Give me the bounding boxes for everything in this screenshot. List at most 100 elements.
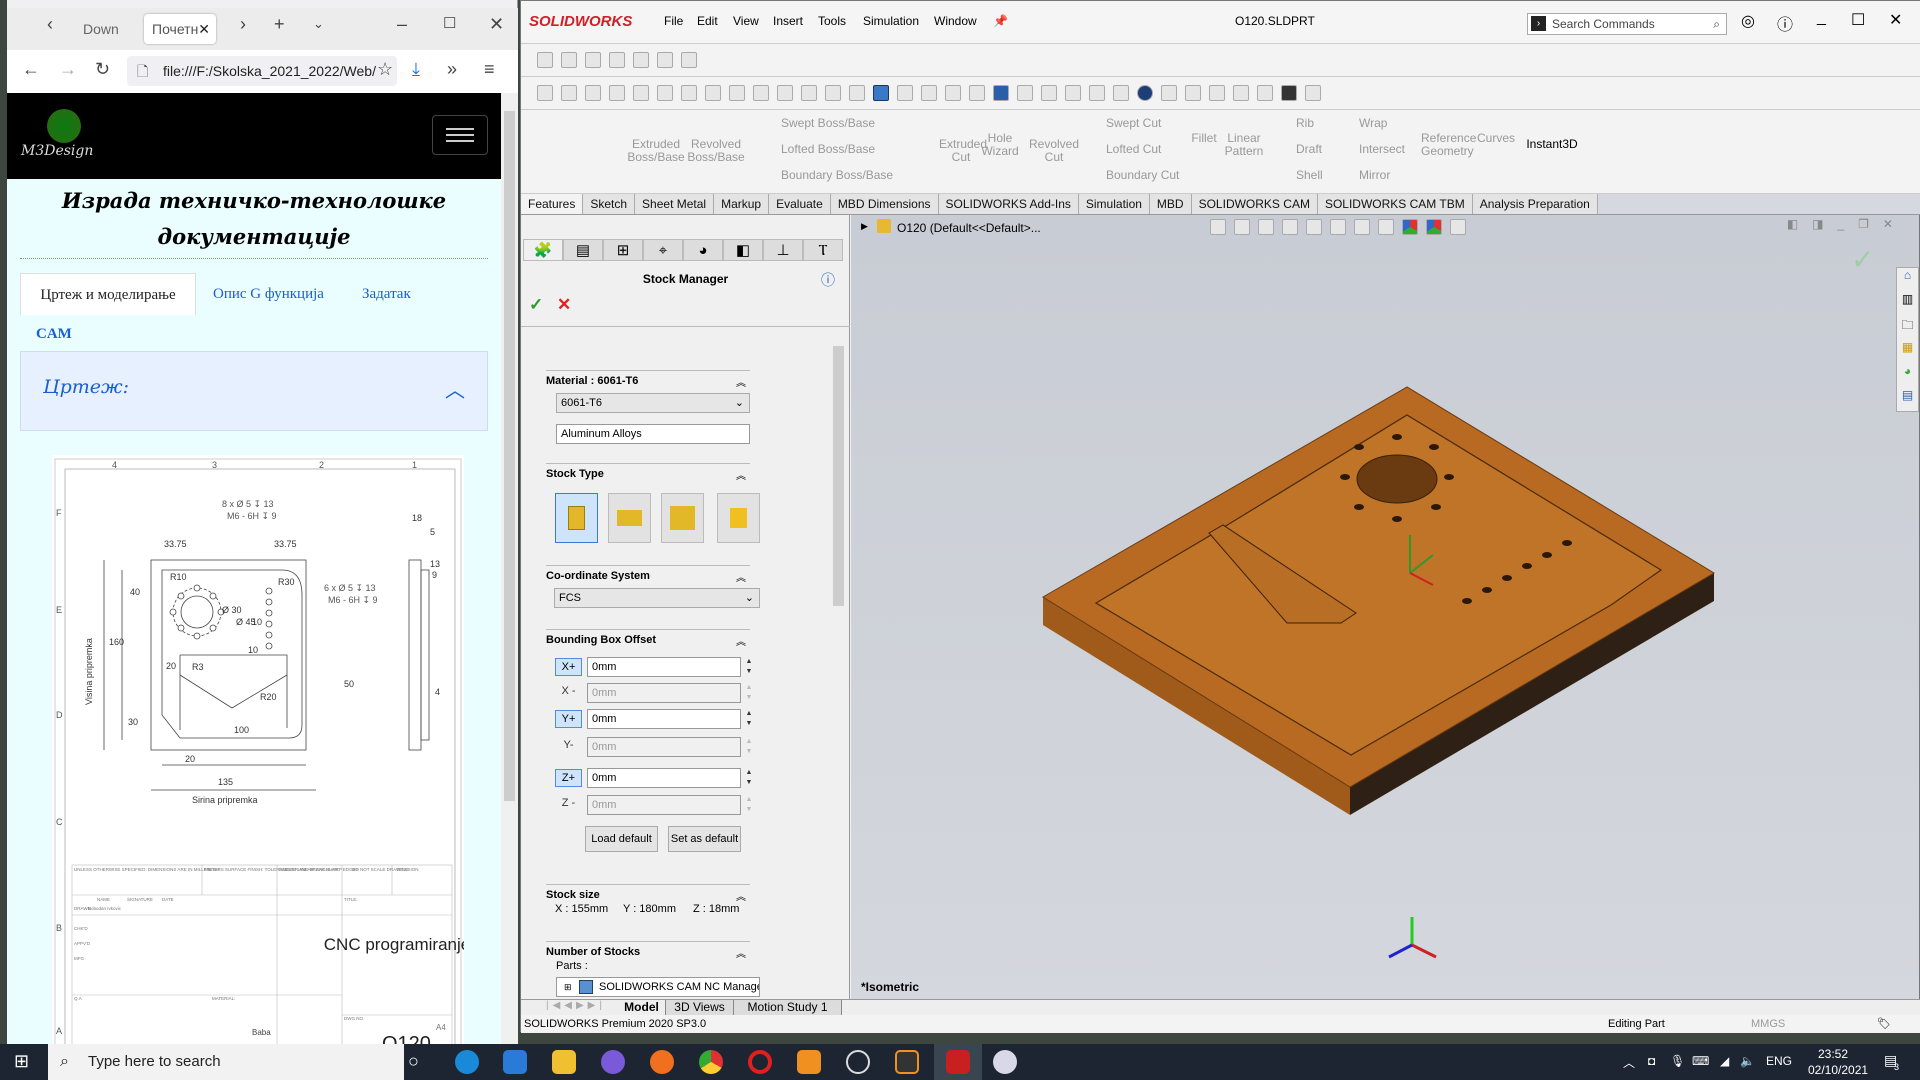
options-gear-icon[interactable] <box>657 52 673 68</box>
tab-scroll-arrows[interactable]: |◀◀▶▶| <box>546 1000 618 1015</box>
obs-icon[interactable] <box>846 1050 870 1074</box>
stock-extruded-sketch-button[interactable] <box>608 493 651 543</box>
pm-scrollbar[interactable] <box>831 328 846 998</box>
collapse-icon[interactable]: ︽ <box>736 374 746 389</box>
collapse-icon[interactable]: ︽ <box>736 945 746 960</box>
cancel-x-icon[interactable]: ✕ <box>557 295 571 315</box>
property-manager-tab-icon[interactable]: ▤ <box>563 239 603 261</box>
close-window-icon[interactable]: ✕ <box>489 14 504 35</box>
firefox-icon[interactable] <box>650 1050 674 1074</box>
hole-wizard-button[interactable]: Hole Wizard <box>975 116 1025 158</box>
stock-stl-button[interactable] <box>661 493 704 543</box>
z-plus-offset-input[interactable]: 0mm <box>587 768 741 788</box>
revolved-boss-button[interactable]: Revolved Boss/Base <box>686 122 746 164</box>
opera-icon[interactable] <box>748 1050 772 1074</box>
reference-geometry-button[interactable]: Reference Geometry <box>1421 116 1476 158</box>
collapse-icon[interactable]: ︽ <box>736 888 746 903</box>
cam-operation-tab-icon[interactable]: ⊥ <box>763 239 803 261</box>
input-icon[interactable]: ⌨ <box>1692 1054 1709 1068</box>
menu-icon[interactable]: ≡ <box>484 59 495 80</box>
x-minus-spinner[interactable]: ▲ ▼ <box>743 683 755 703</box>
menu-simulation[interactable]: Simulation <box>863 14 919 28</box>
x-plus-offset-input[interactable]: 0mm <box>587 657 741 677</box>
taskbar-search[interactable]: ⌕ Type here to search <box>48 1044 404 1080</box>
tab-g-functions[interactable]: Опис G функција <box>213 273 324 315</box>
bookmark-star-icon[interactable]: ☆ <box>377 59 393 80</box>
accordion-drawing[interactable]: Цртеж: ︿ <box>20 351 488 431</box>
swept-boss-button[interactable]: Swept Boss/Base <box>781 110 875 136</box>
menu-file[interactable]: File <box>664 14 683 28</box>
cam-tool-icon[interactable] <box>1017 85 1033 101</box>
media-player-icon[interactable] <box>797 1050 821 1074</box>
search-commands-input[interactable]: › Search Commands ⌕ <box>1527 13 1727 35</box>
stock-from-file-button[interactable] <box>717 493 760 543</box>
search-icon[interactable]: ⌕ <box>1713 14 1720 34</box>
linear-pattern-button[interactable]: Linear Pattern <box>1221 116 1267 158</box>
scrollbar-thumb[interactable] <box>504 111 515 801</box>
clock-time[interactable]: 23:52 <box>1818 1047 1848 1061</box>
close-icon[interactable]: ✕ <box>1889 10 1902 30</box>
tab-drawing-modeling[interactable]: Цртеж и моделирање <box>20 273 196 315</box>
cam-tool-icon[interactable] <box>705 85 721 101</box>
sublime-icon[interactable] <box>895 1050 919 1074</box>
wrap-button[interactable]: Wrap <box>1359 110 1387 136</box>
new-tab-icon[interactable]: + <box>274 14 285 35</box>
save-icon[interactable] <box>609 52 625 68</box>
tab-scroll-right-icon[interactable]: › <box>240 14 246 35</box>
maximize-icon[interactable]: ☐ <box>1851 10 1865 30</box>
open-icon[interactable] <box>585 52 601 68</box>
menu-window[interactable]: Window <box>934 14 977 28</box>
show-hidden-icons[interactable]: ︿ <box>1623 1054 1635 1071</box>
site-logo[interactable]: M3Design <box>21 143 93 159</box>
windows-start-icon[interactable]: ⊞ <box>14 1051 29 1072</box>
cam-tool-icon[interactable] <box>1161 85 1177 101</box>
part-model[interactable] <box>851 215 1919 1000</box>
tab-analysis-preparation[interactable]: Analysis Preparation <box>1472 194 1598 214</box>
menu-edit[interactable]: Edit <box>697 14 718 28</box>
menu-view[interactable]: View <box>733 14 759 28</box>
curves-button[interactable]: Curves <box>1476 116 1516 145</box>
stock-manager-icon[interactable] <box>873 85 889 101</box>
extruded-boss-button[interactable]: Extruded Boss/Base <box>626 122 686 164</box>
wifi-icon[interactable]: ◢ <box>1720 1054 1729 1068</box>
paint-icon[interactable] <box>993 1050 1017 1074</box>
revolved-cut-button[interactable]: Revolved Cut <box>1029 122 1079 164</box>
swept-cut-button[interactable]: Swept Cut <box>1106 110 1161 136</box>
help-icon[interactable] <box>1137 85 1153 101</box>
help-icon[interactable]: ⓘ <box>1777 11 1793 35</box>
tab-simulation[interactable]: Simulation <box>1078 194 1150 214</box>
tab-mbd[interactable]: MBD <box>1149 194 1192 214</box>
appearance-tab-icon[interactable]: ◕ <box>683 239 723 261</box>
tab-sheet-metal[interactable]: Sheet Metal <box>635 194 715 214</box>
rebuild-tag-icon[interactable]: 🏷 <box>1877 1015 1891 1033</box>
cam-tool-icon[interactable] <box>897 85 913 101</box>
new-document-icon[interactable] <box>561 52 577 68</box>
x-plus-toggle[interactable]: X+ <box>555 658 582 676</box>
mirror-button[interactable]: Mirror <box>1359 162 1390 188</box>
cam-tool-icon[interactable] <box>801 85 817 101</box>
z-plus-toggle[interactable]: Z+ <box>555 769 582 787</box>
menu-tools[interactable]: Tools <box>818 14 846 28</box>
cam-tool-icon[interactable] <box>1041 85 1057 101</box>
z-plus-spinner[interactable]: ▲ ▼ <box>743 768 755 788</box>
stock-bounding-box-button[interactable] <box>555 493 598 543</box>
cortana-icon[interactable]: ○ <box>408 1051 419 1072</box>
post-process-icon[interactable] <box>1281 85 1297 101</box>
print-icon[interactable] <box>633 52 649 68</box>
scrollbar-thumb[interactable] <box>833 346 844 606</box>
cam-tool-icon[interactable] <box>729 85 745 101</box>
cam-tool-icon[interactable] <box>1305 85 1321 101</box>
cam-tool-icon[interactable] <box>1209 85 1225 101</box>
solidworks-logo[interactable]: SOLIDWORKS <box>529 13 632 30</box>
x-plus-spinner[interactable]: ▲ ▼ <box>743 657 755 677</box>
parts-item[interactable]: SOLIDWORKS CAM NC Manager <box>599 981 759 993</box>
material-class-field[interactable]: Aluminum Alloys <box>556 424 750 444</box>
cam-tool-icon[interactable] <box>585 85 601 101</box>
cam-tools-tab-icon[interactable]: Ⲧ <box>803 239 843 261</box>
ok-check-icon[interactable]: ✓ <box>529 295 543 315</box>
reload-icon[interactable]: ↻ <box>95 59 110 80</box>
material-dropdown[interactable]: 6061-T6 ⌄ <box>556 393 750 413</box>
z-minus-spinner[interactable]: ▲ ▼ <box>743 795 755 815</box>
pin-icon[interactable]: 📌 <box>993 14 1008 28</box>
tab-evaluate[interactable]: Evaluate <box>769 194 831 214</box>
